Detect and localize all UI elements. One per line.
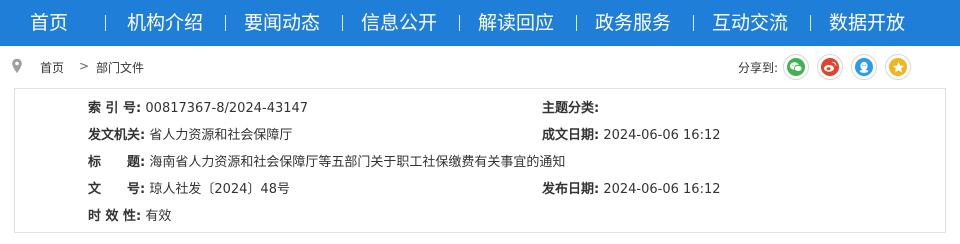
date-written-value: 2024-06-06 16:12 xyxy=(603,128,721,143)
qzone-icon xyxy=(889,58,907,76)
nav-item-interpretation[interactable]: 解读回应 xyxy=(478,0,554,46)
breadcrumb-bar: 首页 > 部门文件 分享到: xyxy=(0,46,960,88)
title-row: 标 题: 海南省人力资源和社会保障厅等五部门关于职工社保缴费有关事宜的通知 xyxy=(88,151,565,170)
date-published-label: 发布日期: xyxy=(542,182,600,197)
nav-separator xyxy=(105,15,106,31)
title-value: 海南省人力资源和社会保障厅等五部门关于职工社保缴费有关事宜的通知 xyxy=(149,155,566,170)
nav-separator xyxy=(810,15,811,31)
validity-label: 时 效 性: xyxy=(88,209,142,224)
qq-icon xyxy=(855,58,873,76)
title-label: 标 题: xyxy=(88,155,146,170)
docno-label: 文 号: xyxy=(88,182,146,197)
docno-row: 文 号: 琼人社发〔2024〕48号 xyxy=(88,178,290,197)
nav-item-disclosure[interactable]: 信息公开 xyxy=(361,0,437,46)
share-label: 分享到: xyxy=(738,61,779,75)
issuer-row: 发文机关: 省人力资源和社会保障厅 xyxy=(88,124,292,143)
validity-row: 时 效 性: 有效 xyxy=(88,205,171,224)
issuer-label: 发文机关: xyxy=(88,128,146,143)
docno-value: 琼人社发〔2024〕48号 xyxy=(149,182,290,197)
issuer-value: 省人力资源和社会保障厅 xyxy=(149,128,293,143)
nav-item-interaction[interactable]: 互动交流 xyxy=(712,0,788,46)
nav-item-open-data[interactable]: 数据开放 xyxy=(829,0,905,46)
share-qzone-button[interactable] xyxy=(885,54,911,80)
index-row: 索 引 号: 00817367-8/2024-43147 xyxy=(88,97,308,116)
date-written-row: 成文日期: 2024-06-06 16:12 xyxy=(542,124,721,143)
breadcrumb-home[interactable]: 首页 xyxy=(40,59,64,76)
nav-separator xyxy=(693,15,694,31)
weibo-icon xyxy=(821,58,839,76)
breadcrumb-separator: > xyxy=(79,59,90,73)
document-info-panel: 索 引 号: 00817367-8/2024-43147 主题分类: 发文机关:… xyxy=(14,88,946,233)
nav-item-services[interactable]: 政务服务 xyxy=(595,0,671,46)
date-written-label: 成文日期: xyxy=(542,128,600,143)
nav-separator xyxy=(459,15,460,31)
share-weibo-button[interactable] xyxy=(817,54,843,80)
category-label: 主题分类: xyxy=(542,101,600,116)
nav-item-news[interactable]: 要闻动态 xyxy=(244,0,320,46)
validity-value: 有效 xyxy=(145,209,172,224)
category-row: 主题分类: xyxy=(542,97,599,116)
nav-item-home[interactable]: 首页 xyxy=(30,0,68,46)
top-navigation: 首页 机构介绍 要闻动态 信息公开 解读回应 政务服务 互动交流 数据开放 xyxy=(0,0,960,46)
nav-separator xyxy=(576,15,577,31)
date-published-row: 发布日期: 2024-06-06 16:12 xyxy=(542,178,721,197)
breadcrumb-current[interactable]: 部门文件 xyxy=(96,59,144,76)
share-qq-button[interactable] xyxy=(851,54,877,80)
nav-separator xyxy=(342,15,343,31)
date-published-value: 2024-06-06 16:12 xyxy=(603,182,721,197)
index-value: 00817367-8/2024-43147 xyxy=(145,101,309,116)
index-label: 索 引 号: xyxy=(88,101,142,116)
nav-separator xyxy=(225,15,226,31)
nav-item-organization[interactable]: 机构介绍 xyxy=(127,0,203,46)
share-wechat-button[interactable] xyxy=(783,54,809,80)
location-pin-icon xyxy=(12,58,22,74)
wechat-icon xyxy=(787,58,805,76)
